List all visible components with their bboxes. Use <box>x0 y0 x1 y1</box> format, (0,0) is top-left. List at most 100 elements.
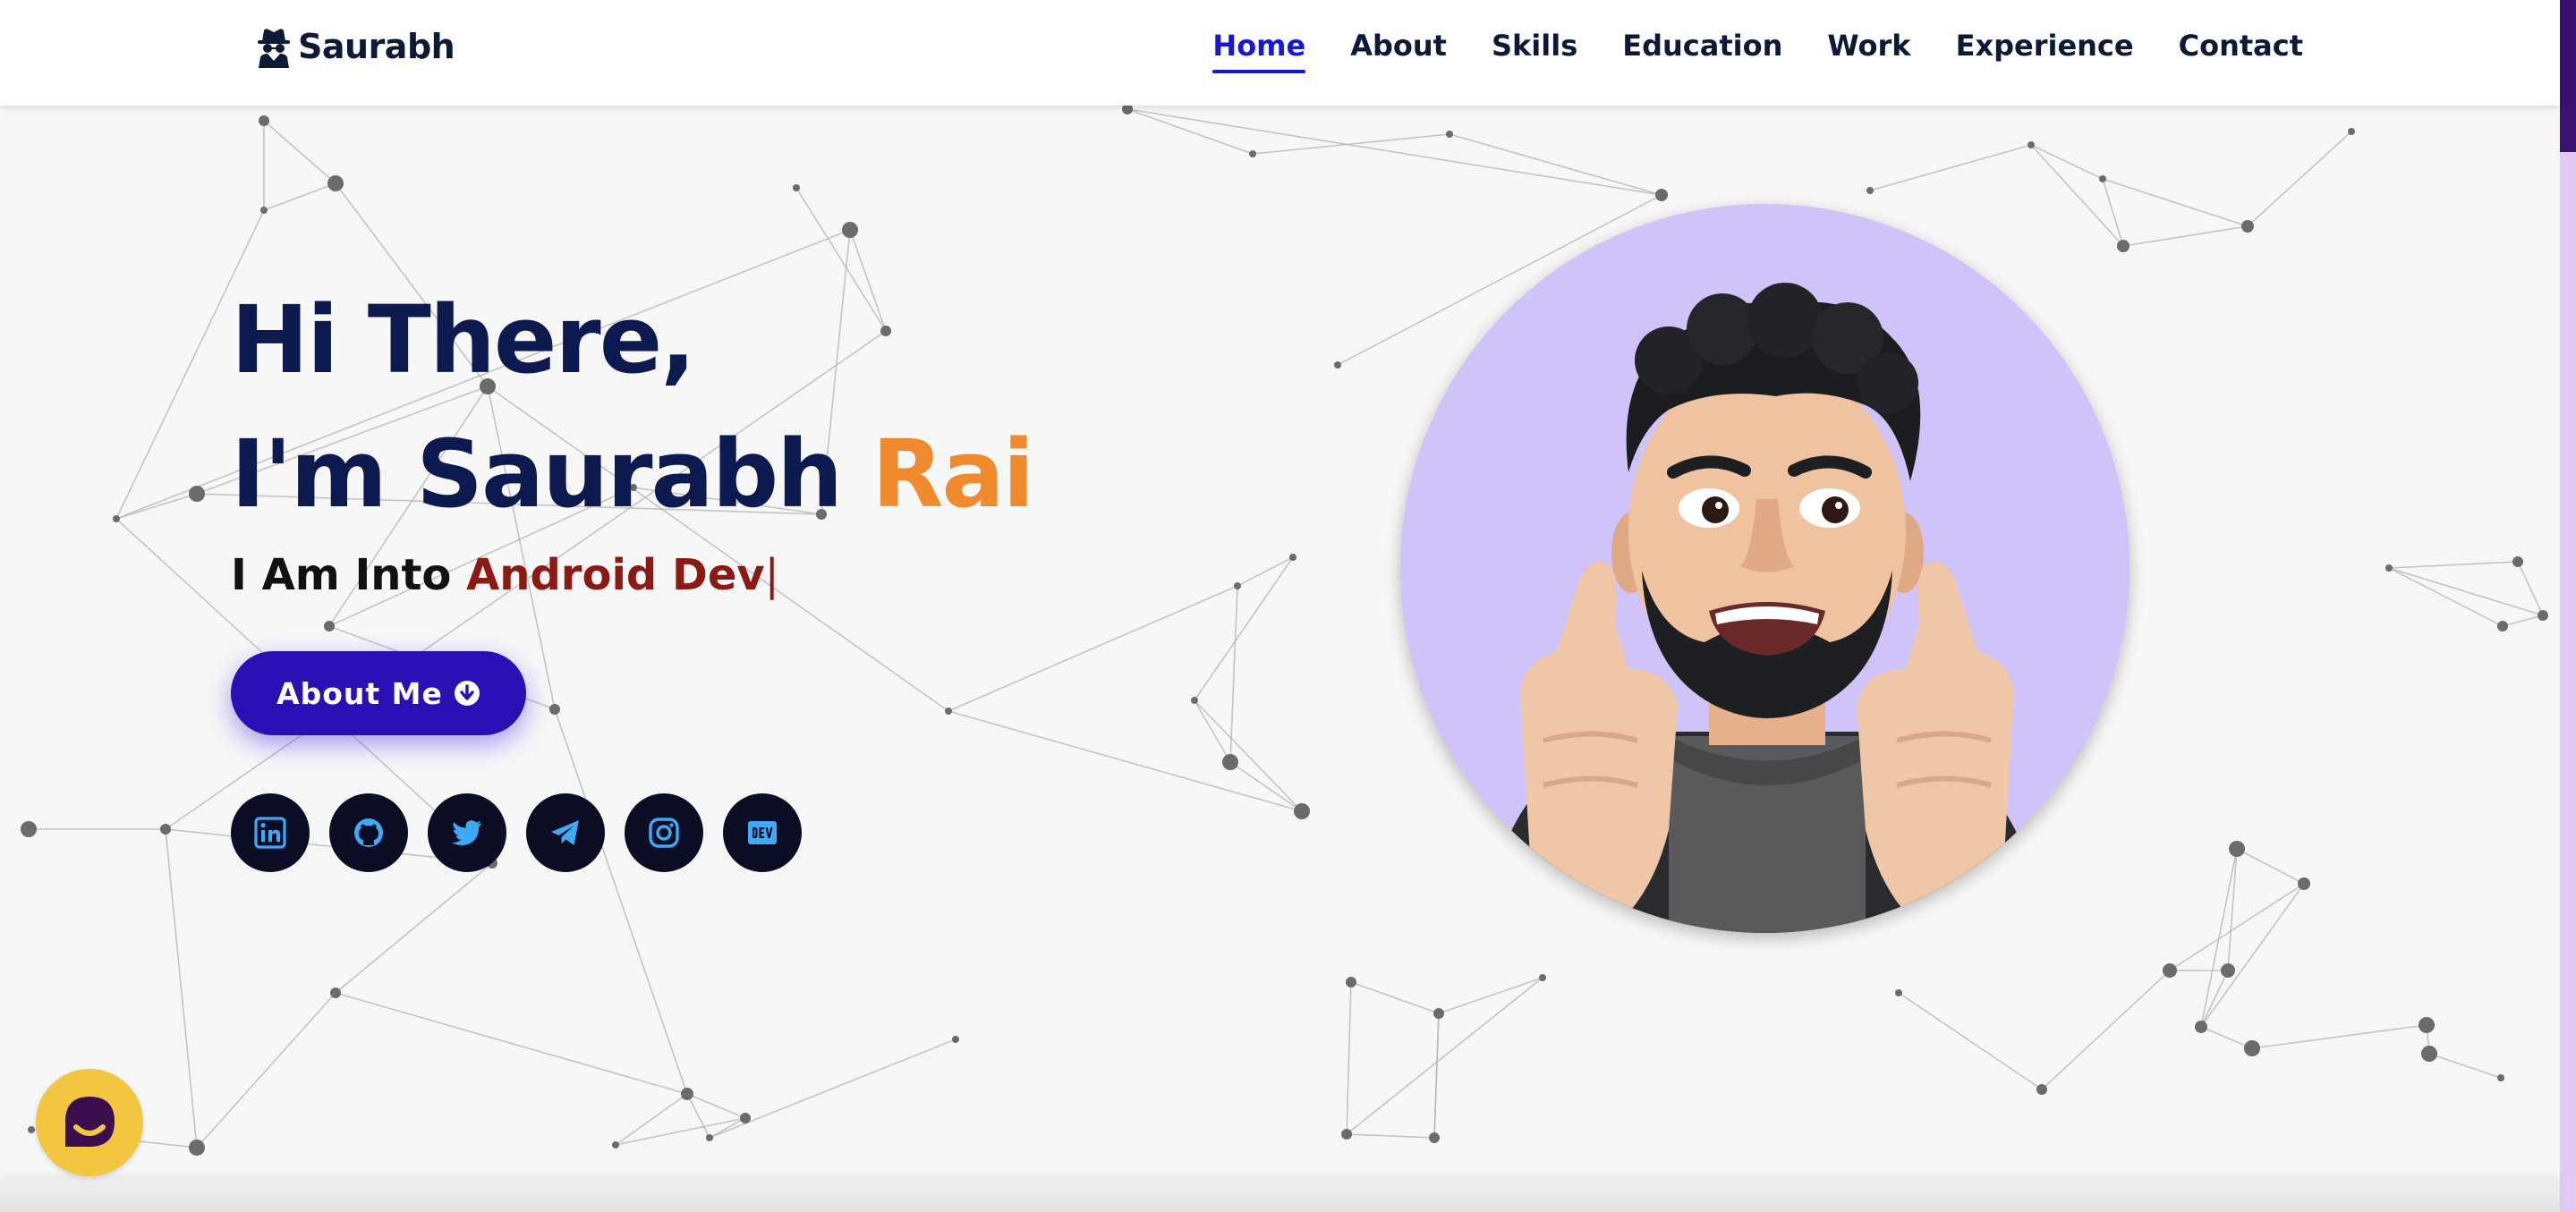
network-link <box>1350 981 1440 1014</box>
network-link <box>2236 848 2305 885</box>
typed-role: Android Dev <box>466 550 765 600</box>
network-link <box>554 708 688 1095</box>
logo[interactable]: Saurabh <box>255 25 455 68</box>
network-link <box>2502 614 2544 627</box>
network-node <box>706 1134 713 1141</box>
network-link <box>1229 761 1303 812</box>
network-node <box>2497 621 2508 631</box>
network-node <box>2298 877 2310 890</box>
avatar-illustration <box>1485 283 2045 933</box>
network-link <box>1898 992 2043 1090</box>
nav-item-skills[interactable]: Skills <box>1492 29 1577 73</box>
network-node <box>330 987 341 998</box>
network-node <box>1433 1008 1444 1019</box>
network-node <box>842 222 858 238</box>
network-node <box>21 821 37 837</box>
network-link <box>1126 108 1254 155</box>
network-node <box>2195 1021 2207 1033</box>
network-link <box>115 493 198 520</box>
network-link <box>2200 1026 2253 1049</box>
network-link <box>1237 556 1294 587</box>
network-link <box>335 992 688 1095</box>
network-node <box>2538 610 2548 621</box>
instagram-link[interactable] <box>625 793 703 872</box>
network-node <box>681 1088 693 1100</box>
network-node <box>2244 1040 2260 1056</box>
network-link <box>709 1117 746 1139</box>
arrow-circle-down-icon <box>454 681 480 706</box>
network-node <box>1429 1132 1440 1143</box>
network-node <box>1341 1129 1352 1140</box>
network-node <box>1334 361 1341 369</box>
network-node <box>1655 189 1668 201</box>
network-node <box>952 1036 959 1043</box>
network-link <box>1869 144 2032 191</box>
network-link <box>2200 883 2305 1028</box>
chat-widget-button[interactable] <box>36 1069 143 1176</box>
twitter-link[interactable] <box>428 793 506 872</box>
network-node <box>793 184 800 191</box>
spy-icon <box>258 29 290 68</box>
network-link <box>1194 699 1303 812</box>
network-link <box>1346 1133 1435 1139</box>
social-links <box>231 793 802 872</box>
logo-text: Saurabh <box>298 27 455 66</box>
network-node <box>260 207 268 214</box>
nav-item-education[interactable]: Education <box>1622 29 1782 73</box>
twitter-icon <box>452 820 481 845</box>
network-node <box>2229 841 2245 857</box>
network-link <box>2200 848 2238 1028</box>
main-nav: Home About Skills Education Work Experie… <box>1212 29 2303 73</box>
section-divider <box>0 1181 2560 1212</box>
nav-item-about[interactable]: About <box>1350 29 1447 73</box>
network-link <box>1449 133 1662 196</box>
hero-intro: I'm Saurabh Rai <box>231 407 1034 541</box>
network-link <box>1229 585 1238 763</box>
chat-bubble-icon <box>65 1097 115 1147</box>
network-link <box>948 710 1303 812</box>
network-link <box>1346 981 1352 1135</box>
network-link <box>165 828 198 1148</box>
network-link <box>1194 556 1294 701</box>
network-node <box>1294 803 1310 819</box>
network-link <box>1346 977 1543 1135</box>
network-node <box>113 515 120 522</box>
network-link <box>2200 970 2229 1028</box>
hero-subtitle: I Am Into Android Dev| <box>231 550 779 600</box>
profile-avatar <box>1400 204 2130 933</box>
network-node <box>2028 141 2035 148</box>
network-link <box>1126 108 1662 196</box>
network-link <box>263 182 336 211</box>
dev-icon <box>748 821 777 844</box>
github-link[interactable] <box>329 793 408 872</box>
scrollbar-thumb[interactable] <box>2560 0 2576 152</box>
nav-item-contact[interactable]: Contact <box>2179 29 2303 73</box>
telegram-link[interactable] <box>526 793 605 872</box>
hero-greeting: Hi There, <box>231 285 696 394</box>
network-link <box>335 862 493 994</box>
network-node <box>2117 240 2130 252</box>
instagram-icon <box>649 818 679 848</box>
about-me-button[interactable]: About Me <box>231 651 526 735</box>
network-background <box>21 104 2548 1156</box>
hero-heading: Hi There, I'm Saurabh Rai <box>231 273 1034 541</box>
linkedin-link[interactable] <box>231 793 310 872</box>
nav-item-home[interactable]: Home <box>1212 29 1305 73</box>
network-link <box>2388 561 2519 569</box>
network-node <box>2497 1074 2504 1081</box>
network-node <box>1539 974 1546 981</box>
dev-link[interactable] <box>723 793 802 872</box>
network-node <box>740 1113 751 1123</box>
network-link <box>2169 883 2305 971</box>
network-node <box>1249 150 1256 157</box>
nav-item-experience[interactable]: Experience <box>1956 29 2134 73</box>
network-node <box>2099 175 2106 182</box>
hero-surname: Rai <box>871 420 1034 529</box>
page-scrollbar[interactable] <box>2560 0 2576 1212</box>
network-link <box>948 585 1238 712</box>
network-link <box>2227 848 2238 971</box>
typing-cursor: | <box>764 550 779 600</box>
network-node <box>2221 963 2235 978</box>
nav-item-work[interactable]: Work <box>1827 29 1910 73</box>
network-link <box>2251 1024 2427 1049</box>
